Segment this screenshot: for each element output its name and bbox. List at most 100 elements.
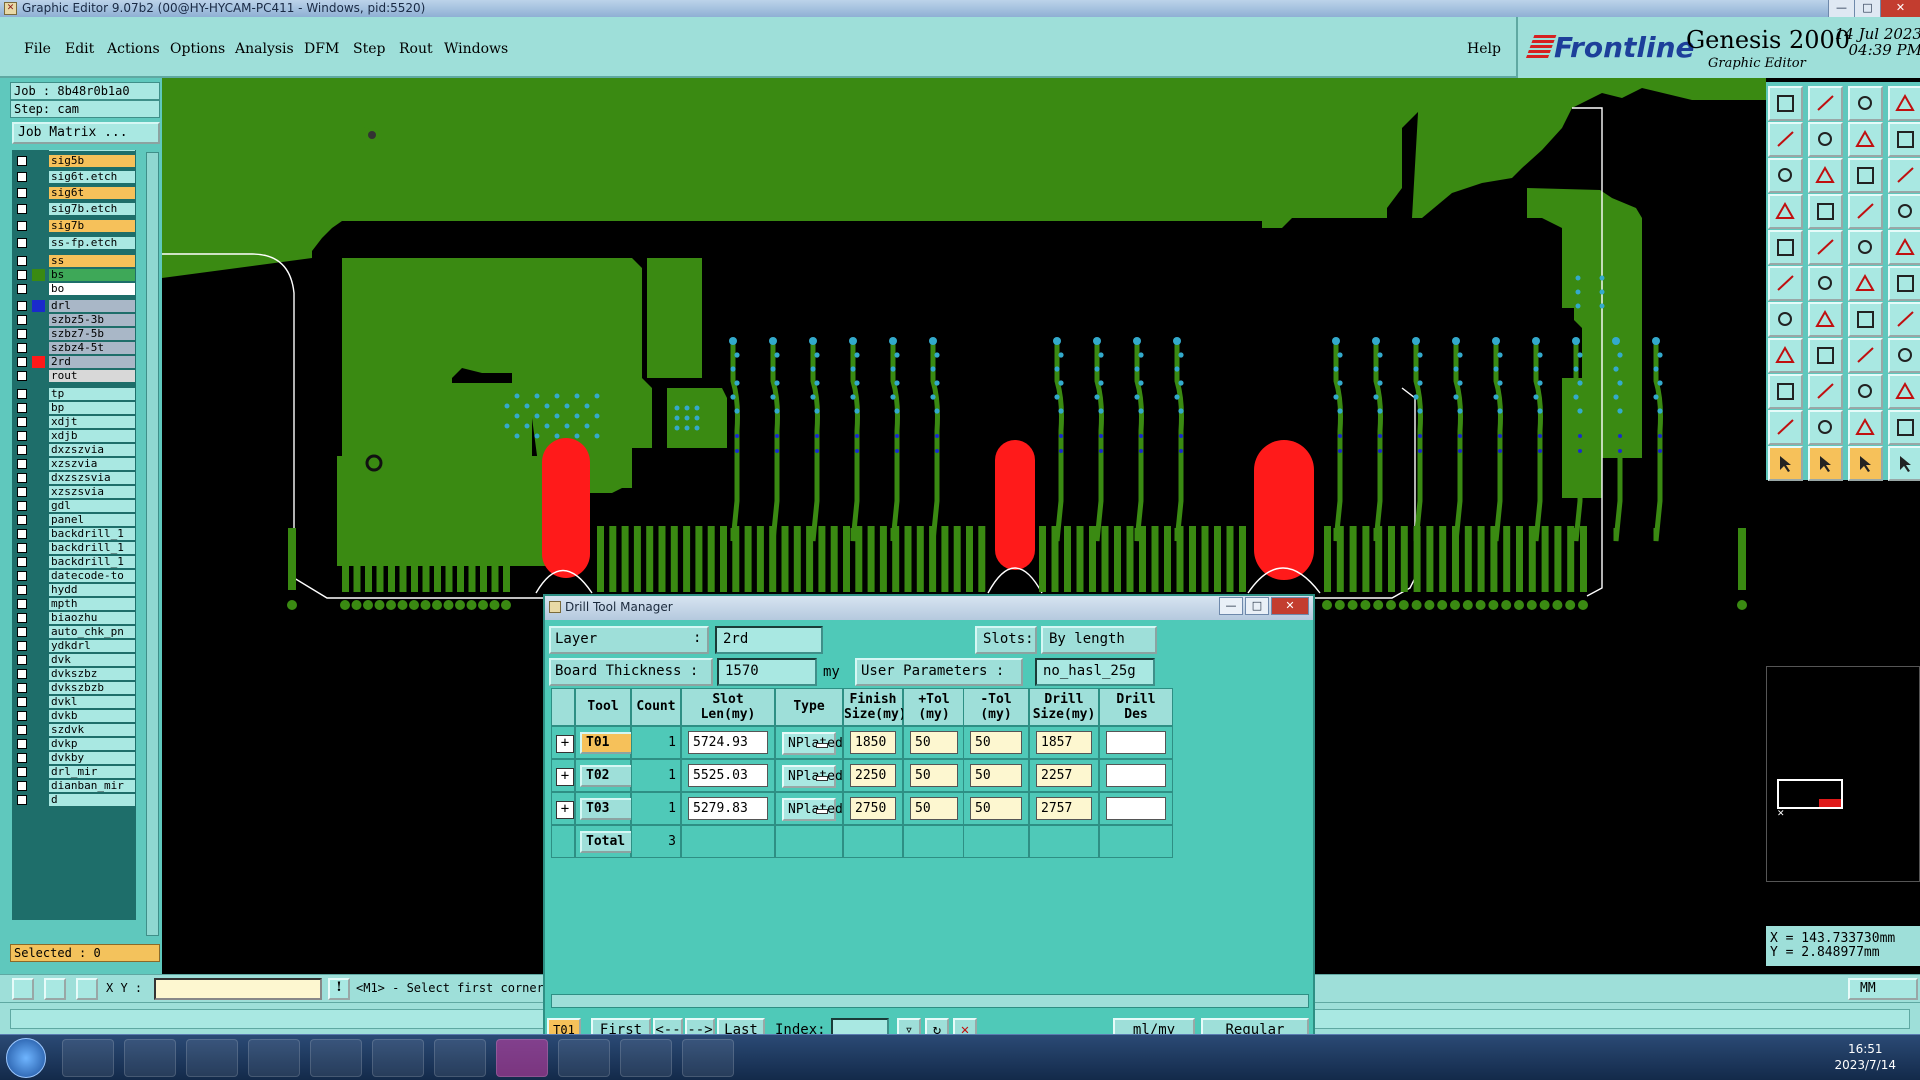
layer-row[interactable]: backdrill_1 <box>12 555 136 569</box>
layer-checkbox[interactable] <box>17 529 27 539</box>
taskbar-viewer-icon[interactable] <box>682 1039 734 1077</box>
menu-step[interactable]: Step <box>353 41 385 57</box>
layer-row[interactable]: bs <box>12 268 136 282</box>
board-thickness-input[interactable]: 1570 <box>717 658 817 686</box>
tool-button-icon[interactable] <box>1808 86 1843 121</box>
layer-checkbox[interactable] <box>17 172 27 182</box>
layer-checkbox[interactable] <box>17 683 27 693</box>
tool-button-icon[interactable] <box>1768 194 1803 229</box>
layer-checkbox[interactable] <box>17 739 27 749</box>
layer-row[interactable]: szbz4-5t <box>12 341 136 355</box>
slot-len-input[interactable]: 5525.03 <box>688 764 768 787</box>
layer-row[interactable]: datecode-to <box>12 569 136 583</box>
layer-checkbox[interactable] <box>17 501 27 511</box>
tool-button-icon[interactable] <box>1848 230 1883 265</box>
type-dropdown[interactable]: NPlated <box>782 798 843 821</box>
overview-minimap[interactable]: ✕ <box>1766 666 1920 882</box>
tool-button-icon[interactable] <box>1888 194 1920 229</box>
tool-button-icon[interactable] <box>1768 338 1803 373</box>
tool-button-icon[interactable] <box>1768 302 1803 337</box>
tool-button-icon[interactable] <box>1768 266 1803 301</box>
layer-row[interactable]: xzszsvia <box>12 485 136 499</box>
layer-row[interactable]: szbz5-3b <box>12 313 136 327</box>
tool-button-icon[interactable] <box>1888 266 1920 301</box>
mtol-input[interactable]: 50 <box>970 764 1022 787</box>
tool-button-icon[interactable] <box>1888 374 1920 409</box>
layer-checkbox[interactable] <box>17 284 27 294</box>
layer-row[interactable]: szdvk <box>12 723 136 737</box>
minimize-button[interactable]: — <box>1828 0 1854 17</box>
layer-checkbox[interactable] <box>17 329 27 339</box>
layer-checkbox[interactable] <box>17 781 27 791</box>
layer-row[interactable]: ss <box>12 254 136 268</box>
taskbar-app-icon[interactable] <box>186 1039 238 1077</box>
tool-button-icon[interactable] <box>1768 446 1803 481</box>
layer-checkbox[interactable] <box>17 753 27 763</box>
layer-row[interactable]: dvkszbz <box>12 667 136 681</box>
finish-input[interactable]: 2750 <box>850 797 896 820</box>
layer-checkbox[interactable] <box>17 301 27 311</box>
taskbar-notepad-icon[interactable] <box>124 1039 176 1077</box>
dialog-minimize-button[interactable]: — <box>1219 597 1243 615</box>
alert-icon[interactable]: ! <box>328 978 350 1000</box>
layer-row[interactable]: xdjb <box>12 429 136 443</box>
menu-rout[interactable]: Rout <box>399 41 433 57</box>
layer-list-scrollbar[interactable] <box>146 152 159 936</box>
layer-row[interactable]: biaozhu <box>12 611 136 625</box>
dialog-maximize-button[interactable]: □ <box>1245 597 1269 615</box>
tool-button-icon[interactable] <box>1888 86 1920 121</box>
layer-row[interactable]: hydd <box>12 583 136 597</box>
layer-checkbox[interactable] <box>17 238 27 248</box>
layer-checkbox[interactable] <box>17 767 27 777</box>
tool-button-icon[interactable] <box>1888 410 1920 445</box>
layer-row[interactable]: dxzszvia <box>12 443 136 457</box>
taskbar-eye-icon[interactable] <box>434 1039 486 1077</box>
tool-button-icon[interactable] <box>1768 122 1803 157</box>
taskbar-shell-icon[interactable] <box>62 1039 114 1077</box>
layer-checkbox[interactable] <box>17 641 27 651</box>
tool-button-icon[interactable] <box>1848 158 1883 193</box>
finish-input[interactable]: 1850 <box>850 731 896 754</box>
menu-dfm[interactable]: DFM <box>304 41 339 57</box>
mtol-input[interactable]: 50 <box>970 797 1022 820</box>
tool-button-icon[interactable] <box>1808 446 1843 481</box>
tool-button-icon[interactable] <box>1768 158 1803 193</box>
close-button[interactable]: ✕ <box>1880 0 1920 17</box>
layer-field[interactable]: 2rd <box>715 626 823 654</box>
tool-button-icon[interactable] <box>1888 338 1920 373</box>
menu-edit[interactable]: Edit <box>65 41 94 57</box>
snap-mode-icon[interactable] <box>12 978 34 1000</box>
layer-row[interactable]: gdl <box>12 499 136 513</box>
expand-row-icon[interactable]: + <box>556 735 574 753</box>
layer-row[interactable]: panel <box>12 513 136 527</box>
layer-checkbox[interactable] <box>17 204 27 214</box>
layer-row[interactable]: dianban_mir <box>12 779 136 793</box>
layer-row[interactable]: d <box>12 793 136 807</box>
layer-checkbox[interactable] <box>17 543 27 553</box>
drill-input[interactable]: 2757 <box>1036 797 1092 820</box>
dialog-title-bar[interactable]: Drill Tool Manager — □ ✕ <box>545 596 1313 620</box>
layer-row[interactable]: xzszvia <box>12 457 136 471</box>
tool-button-icon[interactable] <box>1768 374 1803 409</box>
tool-button-icon[interactable] <box>1768 410 1803 445</box>
tool-button-icon[interactable] <box>1848 374 1883 409</box>
layer-checkbox[interactable] <box>17 389 27 399</box>
layer-row[interactable]: dxzszsvia <box>12 471 136 485</box>
layer-row[interactable]: xdjt <box>12 415 136 429</box>
tool-button-icon[interactable] <box>1888 302 1920 337</box>
layer-checkbox[interactable] <box>17 571 27 581</box>
layer-checkbox[interactable] <box>17 459 27 469</box>
tool-button-icon[interactable] <box>1808 122 1843 157</box>
taskbar-arrow-icon[interactable] <box>620 1039 672 1077</box>
layer-row[interactable]: ydkdrl <box>12 639 136 653</box>
ptol-input[interactable]: 50 <box>910 731 958 754</box>
layer-row[interactable]: sig7b <box>12 219 136 233</box>
mtol-input[interactable]: 50 <box>970 731 1022 754</box>
layer-row[interactable]: drl <box>12 299 136 313</box>
tool-button-icon[interactable] <box>1808 410 1843 445</box>
layer-row[interactable]: tp <box>12 387 136 401</box>
tool-button-icon[interactable] <box>1808 302 1843 337</box>
layer-row[interactable]: backdrill_1 <box>12 541 136 555</box>
drill-input[interactable]: 1857 <box>1036 731 1092 754</box>
type-dropdown[interactable]: NPlated <box>782 765 843 788</box>
